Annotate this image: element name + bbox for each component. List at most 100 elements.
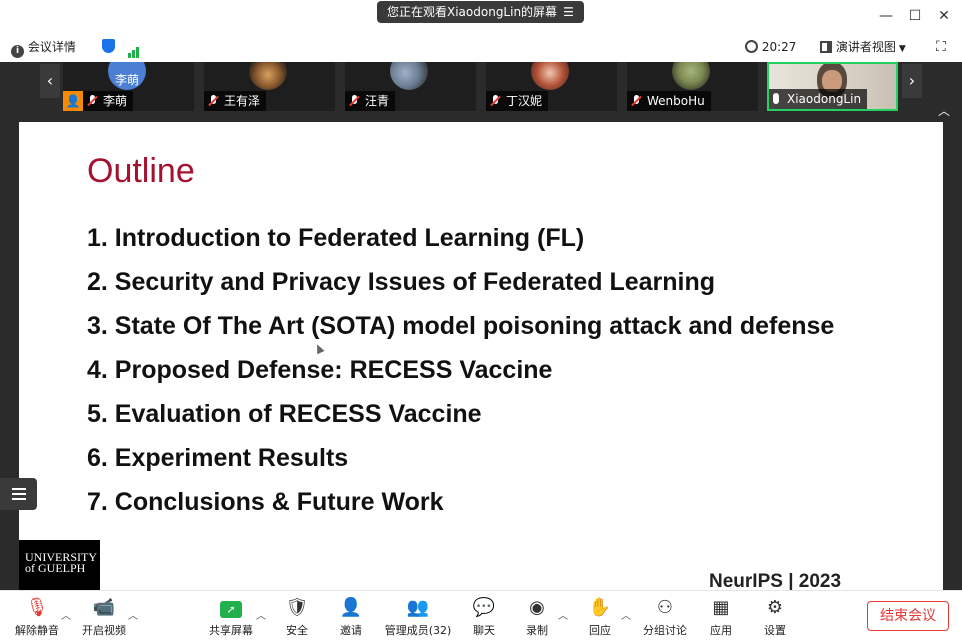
invite-label: 邀请 [340,624,362,637]
mic-muted-icon [490,95,500,107]
signal-bars-icon [128,40,140,58]
outline-item: 1. Introduction to Federated Learning (F… [87,224,585,252]
security-button[interactable]: 🛡 安全 [267,595,327,641]
avatar [390,62,428,90]
collapse-strip-button[interactable]: ︿ [926,102,962,120]
view-mode-label: 演讲者视图 [835,40,896,54]
participant-name: 王有泽 [224,94,261,108]
record-label: 录制 [526,624,548,637]
participant-tile-active-speaker[interactable]: XiaodongLin [767,62,898,111]
participants-icon: 👥 [406,597,430,618]
university-logo: UNIVERSITY of GUELPH [19,540,100,590]
apps-label: 应用 [710,624,732,637]
shield-icon [102,39,115,53]
presentation-slide: Outline 1. Introduction to Federated Lea… [19,122,943,590]
slide-footer: NeurIPS | 2023 [709,571,842,590]
video-strip: ‹ 李萌 👤 李萌 王有泽 汪青 丁汉妮 WenboHu XiaodongLin [0,62,962,122]
mic-icon [773,93,779,104]
share-banner-text: 您正在观看XiaodongLin的屏幕 [387,5,558,19]
chat-icon: 💬 [472,597,496,618]
settings-button[interactable]: ⚙ 设置 [745,595,805,641]
shield-icon: 🛡 [285,597,309,618]
share-screen-icon: ➚ [201,597,261,619]
share-screen-button[interactable]: ➚ 共享屏幕 [201,595,261,641]
participant-tile[interactable]: 王有泽 [204,62,335,111]
record-options-chevron-up-icon[interactable]: ︿ [558,607,568,622]
breakout-rooms-button[interactable]: ⚇ 分组讨论 [635,595,695,641]
outline-item: 5. Evaluation of RECESS Vaccine [87,400,482,428]
shared-screen-area: Outline 1. Introduction to Federated Lea… [0,122,962,590]
start-video-button[interactable]: 📹 开启视频 [74,595,134,641]
encryption-shield[interactable] [102,38,115,56]
participant-name: XiaodongLin [787,92,862,106]
share-options-chevron-up-icon[interactable]: ︿ [256,607,266,622]
participant-tile[interactable]: 李萌 👤 李萌 [63,62,194,111]
chevron-down-icon: ▼ [898,44,906,54]
audio-options-chevron-up-icon[interactable]: ︿ [61,607,71,622]
slide-list-button[interactable] [0,478,37,510]
close-button[interactable]: ✕ [934,6,954,26]
invite-button[interactable]: 👤 邀请 [321,595,381,641]
participant-tile[interactable]: WenboHu [627,62,758,111]
meeting-details-button[interactable]: i 会议详情 [11,38,76,58]
avatar [249,62,287,90]
network-status[interactable] [128,38,140,58]
chevron-up-icon: ︿ [937,104,950,118]
breakout-label: 分组讨论 [643,624,687,637]
participant-tile[interactable]: 丁汉妮 [486,62,617,111]
end-meeting-button[interactable]: 结束会议 [867,601,949,631]
chat-button[interactable]: 💬 聊天 [454,595,514,641]
participant-namebar: 王有泽 [204,91,267,111]
participant-name: 汪青 [365,94,390,108]
list-icon-line [12,498,26,500]
unmute-button[interactable]: 🎙 解除静音 [7,595,67,641]
security-label: 安全 [286,624,308,637]
outline-list: 1. Introduction to Federated Learning (F… [87,216,834,524]
avatar: 李萌 [108,62,146,90]
gear-icon: ⚙ [766,597,784,618]
clock-icon [745,40,758,53]
participant-tile[interactable]: 汪青 [345,62,476,111]
participant-name: 丁汉妮 [506,94,543,108]
mic-muted-icon [349,95,359,107]
video-off-icon: 📹 [92,597,116,618]
view-mode-dropdown[interactable]: 演讲者视图 ▼ [820,38,906,56]
mic-muted-icon [208,95,218,107]
avatar [531,62,569,90]
chevron-right-icon: › [908,71,916,90]
apps-icon: ▦ [712,597,730,618]
outline-item: 6. Experiment Results [87,444,349,472]
list-icon-line [12,493,26,495]
video-options-chevron-up-icon[interactable]: ︿ [128,607,138,622]
meeting-info-bar: i 会议详情 20:27 演讲者视图 ▼ ⛶ [0,32,962,62]
minimize-button[interactable]: — [876,6,896,26]
info-icon: i [11,45,24,58]
participant-namebar: 汪青 [345,91,396,111]
breakout-icon: ⚇ [656,597,674,618]
outline-item: 4. Proposed Defense: RECESS Vaccine [87,356,553,384]
maximize-button[interactable]: ☐ [905,6,925,26]
screen-share-banner[interactable]: 您正在观看XiaodongLin的屏幕 ☰ [377,1,584,23]
reactions-chevron-up-icon[interactable]: ︿ [621,607,631,622]
participant-name: 李萌 [103,94,128,108]
outline-item: 3. State Of The Art (SOTA) model poisoni… [87,312,835,340]
manage-participants-label: 管理成员(32) [384,624,452,637]
fullscreen-icon[interactable]: ⛶ [936,38,946,56]
chat-label: 聊天 [473,624,495,637]
manage-participants-button[interactable]: 👥 管理成员(32) [382,595,454,641]
reactions-label: 回应 [589,624,611,637]
meeting-window: 您正在观看XiaodongLin的屏幕 ☰ — ☐ ✕ i 会议详情 20:27 … [0,0,962,642]
outline-item: 2. Security and Privacy Issues of Federa… [87,268,716,296]
participant-namebar: WenboHu [627,91,711,111]
list-icon [12,488,26,490]
apps-button[interactable]: ▦ 应用 [691,595,751,641]
avatar-text: 李萌 [114,73,139,87]
strip-next-button[interactable]: › [902,64,922,98]
unmute-label: 解除静音 [15,624,59,637]
strip-prev-button[interactable]: ‹ [40,64,60,98]
participant-namebar: 丁汉妮 [486,91,549,111]
title-bar: 您正在观看XiaodongLin的屏幕 ☰ — ☐ ✕ [0,0,962,32]
start-video-label: 开启视频 [82,624,126,637]
meeting-timer: 20:27 [745,38,796,56]
menu-icon[interactable]: ☰ [563,5,574,19]
